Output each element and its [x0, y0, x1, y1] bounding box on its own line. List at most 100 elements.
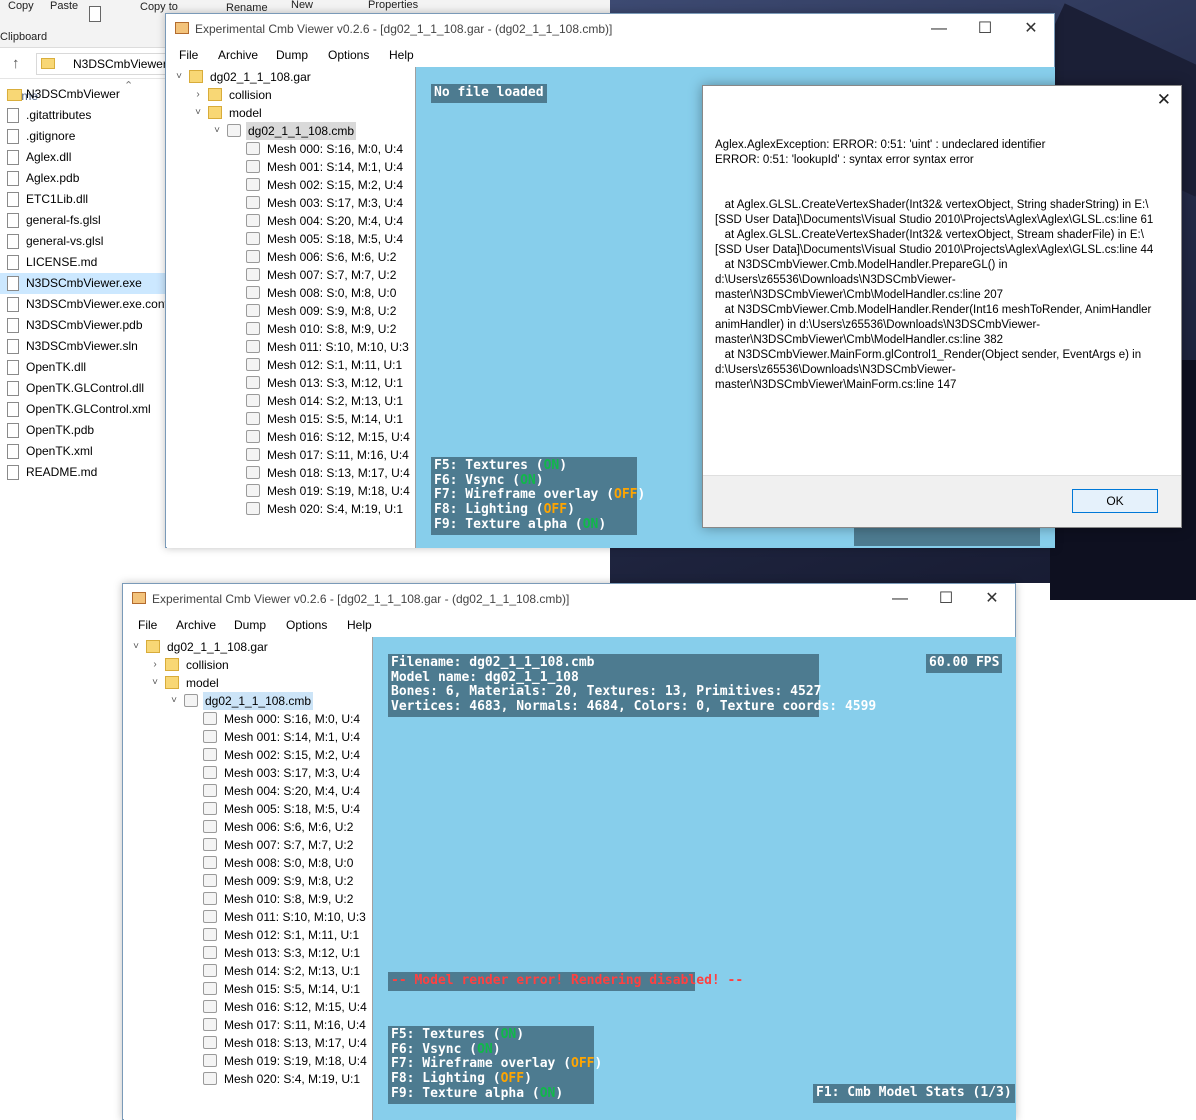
file-list-item[interactable]: Aglex.pdb — [0, 168, 170, 189]
file-list-item[interactable]: .gitignore — [0, 126, 170, 147]
file-icon — [203, 1072, 217, 1085]
menu-dump[interactable]: Dump — [276, 48, 308, 62]
minimize-icon[interactable]: — — [916, 14, 962, 44]
maximize-icon[interactable]: ☐ — [923, 584, 969, 614]
file-icon — [246, 178, 260, 191]
tree-node-label: Mesh 003: S:17, M:3, U:4 — [224, 766, 361, 780]
file-icon — [246, 196, 260, 209]
chevron-icon[interactable]: ˅ — [168, 692, 180, 710]
file-icon — [203, 874, 217, 887]
chevron-icon[interactable]: ˅ — [130, 638, 142, 656]
file-list-item[interactable]: general-vs.glsl — [0, 231, 170, 252]
file-list-item[interactable]: .gitattributes — [0, 105, 170, 126]
chevron-icon[interactable]: ˅ — [192, 104, 204, 122]
tree-node-label: dg02_1_1_108.gar — [210, 70, 311, 84]
folder-icon — [41, 58, 55, 69]
toggle-label: F5: Textures — [434, 458, 528, 473]
menu-help[interactable]: Help — [389, 48, 414, 62]
toggle-line: F8: Lighting (OFF) — [434, 502, 575, 518]
file-list-item[interactable]: ETC1Lib.dll — [0, 189, 170, 210]
file-icon — [184, 694, 198, 707]
menu-file[interactable]: File — [179, 48, 198, 62]
info-vertices: Vertices: 4683, Normals: 4684, Colors: 0… — [391, 699, 877, 715]
file-icon — [246, 376, 260, 389]
file-icon — [246, 466, 260, 479]
render-error-message: -- Model render error! Rendering disable… — [388, 972, 743, 991]
window-2-archive-tree[interactable]: ˅ dg02_1_1_108.gar › collision ˅ model ˅ dg02_1… — [124, 637, 373, 1120]
file-name: N3DSCmbViewer — [26, 87, 120, 101]
menu-archive[interactable]: Archive — [176, 618, 216, 632]
file-list-item[interactable]: N3DSCmbViewer — [0, 84, 170, 105]
file-list-item[interactable]: OpenTK.xml — [0, 441, 170, 462]
file-icon — [7, 192, 19, 207]
close-icon[interactable]: ✕ — [969, 584, 1015, 614]
ribbon-copy-to-button[interactable]: Copy to — [140, 1, 178, 13]
close-icon[interactable]: ✕ — [1008, 14, 1054, 44]
up-arrow-icon[interactable]: ↑ — [12, 55, 20, 72]
tree-node-label: Mesh 019: S:19, M:18, U:4 — [224, 1054, 367, 1068]
address-input[interactable]: N3DSCmbViewer — [36, 53, 176, 75]
file-icon — [246, 448, 260, 461]
minimize-icon[interactable]: — — [877, 584, 923, 614]
window-1-titlebar: Experimental Cmb Viewer v0.2.6 - [dg02_1… — [166, 14, 1054, 44]
file-icon — [203, 928, 217, 941]
tree-node-label: Mesh 005: S:18, M:5, U:4 — [224, 802, 361, 816]
no-file-status: No file loaded — [431, 84, 547, 103]
file-list-item[interactable]: N3DSCmbViewer.pdb — [0, 315, 170, 336]
file-list-item[interactable]: LICENSE.md — [0, 252, 170, 273]
tree-node-label: Mesh 010: S:8, M:9, U:2 — [267, 322, 397, 336]
file-name: OpenTK.GLControl.dll — [26, 381, 145, 395]
file-list-item[interactable]: OpenTK.pdb — [0, 420, 170, 441]
chevron-icon[interactable]: ˅ — [173, 68, 185, 86]
exception-message: Aglex.AglexException: ERROR: 0:51: 'uint… — [715, 139, 1154, 391]
toggle-state: OFF — [500, 1071, 525, 1087]
hud-occluded-stats — [854, 528, 1040, 546]
file-icon — [203, 838, 217, 851]
menu-dump[interactable]: Dump — [234, 618, 266, 632]
ribbon-copy-button[interactable]: Copy — [8, 0, 34, 12]
tree-node-label: Mesh 009: S:9, M:8, U:2 — [224, 874, 354, 888]
file-list-item[interactable]: OpenTK.GLControl.xml — [0, 399, 170, 420]
tree-node-label: Mesh 004: S:20, M:4, U:4 — [267, 214, 404, 228]
file-list-item[interactable]: N3DSCmbViewer.sln — [0, 336, 170, 357]
menu-archive[interactable]: Archive — [218, 48, 258, 62]
menu-file[interactable]: File — [138, 618, 157, 632]
ribbon-paste-button[interactable]: Paste — [50, 0, 78, 12]
dialog-close-icon[interactable]: ✕ — [1157, 90, 1171, 110]
tree-node-label: Mesh 018: S:13, M:17, U:4 — [267, 466, 410, 480]
chevron-icon[interactable]: › — [192, 86, 204, 104]
file-list-item[interactable]: Aglex.dll — [0, 147, 170, 168]
file-icon — [7, 402, 19, 417]
file-icon — [246, 322, 260, 335]
menu-options[interactable]: Options — [286, 618, 327, 632]
menu-options[interactable]: Options — [328, 48, 369, 62]
tree-node-label: Mesh 007: S:7, M:7, U:2 — [224, 838, 354, 852]
menu-help[interactable]: Help — [347, 618, 372, 632]
file-list-item[interactable]: general-fs.glsl — [0, 210, 170, 231]
window-2-gl-viewport[interactable]: Filename: dg02_1_1_108.cmb Model name: d… — [373, 637, 1016, 1120]
chevron-icon[interactable]: › — [149, 656, 161, 674]
toggle-state: OFF — [571, 1056, 595, 1072]
window-1-menubar: File Archive Dump Options Help — [166, 44, 1054, 66]
toggle-line: F5: Textures (ON) — [391, 1027, 525, 1042]
ok-button[interactable]: OK — [1072, 489, 1158, 513]
maximize-icon[interactable]: ☐ — [962, 14, 1008, 44]
file-name: Aglex.dll — [26, 150, 72, 164]
tree-node-label: Mesh 001: S:14, M:1, U:4 — [224, 730, 361, 744]
file-list-item[interactable]: OpenTK.GLControl.dll — [0, 378, 170, 399]
chevron-icon[interactable]: ˅ — [211, 122, 223, 140]
file-list-item[interactable]: N3DSCmbViewer.exe.confi — [0, 294, 171, 315]
file-list-item[interactable]: OpenTK.dll — [0, 357, 170, 378]
file-list-item[interactable]: README.md — [0, 462, 170, 483]
file-icon — [246, 340, 260, 353]
window-1-archive-tree[interactable]: ˅ dg02_1_1_108.gar › collision ˅ model ˅ dg02_1… — [167, 67, 416, 548]
toggle-label: F9: Texture alpha — [391, 1085, 525, 1101]
file-icon — [203, 982, 217, 995]
file-icon — [203, 964, 217, 977]
file-icon — [203, 802, 217, 815]
tree-node-label: Mesh 020: S:4, M:19, U:1 — [224, 1072, 361, 1086]
file-list-item[interactable]: N3DSCmbViewer.exe — [0, 273, 170, 294]
chevron-icon[interactable]: ˅ — [149, 674, 161, 692]
ribbon-properties-button[interactable]: Properties — [368, 0, 418, 11]
ribbon-new-button[interactable]: New — [291, 0, 313, 11]
